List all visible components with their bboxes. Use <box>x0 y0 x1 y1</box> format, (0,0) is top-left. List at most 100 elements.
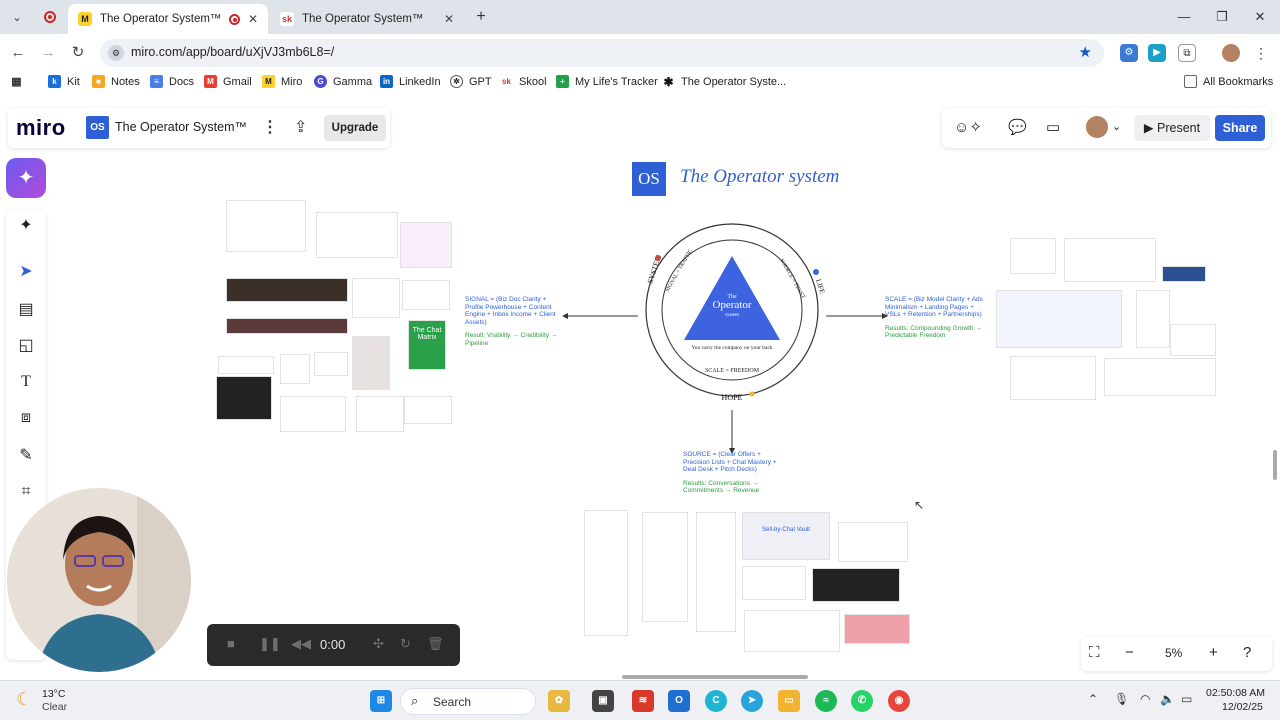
screenshot-thumbnail[interactable] <box>352 278 400 318</box>
bookmark-star-icon[interactable]: ★ <box>1079 43 1092 61</box>
bookmark-life-tracker[interactable]: + My Life's Tracker <box>556 75 658 88</box>
weather-condition[interactable]: Clear <box>42 701 67 713</box>
url-field[interactable]: ⚙ miro.com/app/board/uXjVJ3mb6L8=/ ★ <box>100 39 1104 67</box>
back-icon[interactable]: ← <box>8 43 28 63</box>
fit-to-screen-icon[interactable]: ⛶ <box>1089 644 1100 661</box>
start-windows-icon[interactable]: ⊞ <box>370 690 392 712</box>
chat-matrix-cover[interactable]: The Chat Matrix <box>408 320 446 370</box>
reload-icon[interactable]: ↻ <box>68 43 88 63</box>
pen-icon[interactable]: ✎ <box>14 444 38 468</box>
upgrade-button[interactable]: Upgrade <box>324 115 386 141</box>
select-pointer-icon[interactable]: ➤ <box>14 260 38 284</box>
widget-icon[interactable]: ✿ <box>548 690 570 712</box>
present-button[interactable]: ▶ Present <box>1134 115 1210 141</box>
telegram-icon[interactable]: ➤ <box>741 690 763 712</box>
screenshot-thumbnail[interactable] <box>280 354 310 384</box>
whatsapp-icon[interactable]: ✆ <box>851 690 873 712</box>
weather-moon-icon[interactable]: ☾ <box>16 689 32 710</box>
tab-operator-system-skool[interactable]: sk The Operator System™ ✕ <box>270 4 464 34</box>
bookmark-skool[interactable]: sk Skool <box>500 75 547 88</box>
photo-thumbnail[interactable] <box>352 336 390 390</box>
outlook-icon[interactable]: O <box>668 690 690 712</box>
screenshot-thumbnail[interactable] <box>1104 358 1216 396</box>
rewind-icon[interactable]: ◀◀ <box>291 636 311 652</box>
restart-icon[interactable]: ↻ <box>400 636 411 652</box>
templates-icon[interactable]: ▤ <box>14 298 38 322</box>
share-button[interactable]: Share <box>1215 115 1265 141</box>
reactions-icon[interactable]: ☺✧ <box>954 118 982 136</box>
screenshot-thumbnail[interactable] <box>402 280 450 310</box>
screenshot-thumbnail[interactable] <box>1064 238 1156 282</box>
clock-date[interactable]: 12/02/25 <box>1222 701 1263 713</box>
screenshot-thumbnail[interactable] <box>844 614 910 644</box>
miro-board[interactable]: The Chat Matrix Sell-by-Chat Vault OS Th… <box>0 100 1280 680</box>
scale-text-block[interactable]: SCALE = (Biz Model Clarity + Ads Minimal… <box>885 296 985 340</box>
board-icon[interactable]: OS <box>86 116 109 139</box>
screenshot-thumbnail[interactable] <box>314 352 348 376</box>
miro-logo[interactable]: miro <box>16 115 66 141</box>
video-thumbnail-strip[interactable] <box>226 278 348 302</box>
screenshot-thumbnail[interactable] <box>404 396 452 424</box>
bookmark-notes[interactable]: ■ Notes <box>92 75 140 88</box>
document-thumbnail[interactable] <box>584 510 628 636</box>
video-thumbnail-strip[interactable] <box>226 318 348 334</box>
bookmark-linkedin[interactable]: in LinkedIn <box>380 75 441 88</box>
screenshot-thumbnail[interactable] <box>1010 238 1056 274</box>
screenshot-thumbnail[interactable] <box>742 566 806 600</box>
restore-icon[interactable]: ❐ <box>1212 8 1232 26</box>
source-text-block[interactable]: SOURCE = (Clear Offers + Precision Lists… <box>683 451 783 495</box>
video-thumbnail[interactable] <box>216 376 272 420</box>
bookmark-operator-system[interactable]: ✱ The Operator Syste... <box>662 75 786 89</box>
zoom-out-icon[interactable]: − <box>1125 644 1134 661</box>
tab-search-chevron-icon[interactable]: ⌄ <box>8 8 26 26</box>
screenshot-thumbnail[interactable] <box>1136 290 1170 348</box>
create-sparkle-icon[interactable]: ✦ <box>14 214 38 238</box>
ai-sparkle-button[interactable]: ✦ <box>6 158 46 198</box>
screenshot-thumbnail[interactable] <box>356 396 404 432</box>
screenshot-thumbnail[interactable] <box>218 356 274 374</box>
apps-grid-icon[interactable]: ▦ <box>10 75 29 88</box>
clock-time[interactable]: 02:50:08 AM <box>1206 687 1265 699</box>
screenshot-thumbnail[interactable] <box>996 290 1122 348</box>
vertical-scrollbar[interactable] <box>1273 450 1277 480</box>
task-view-icon[interactable]: ▣ <box>592 690 614 712</box>
comments-icon[interactable]: 💬 <box>1008 118 1027 136</box>
video-call-icon[interactable]: ▭ <box>1046 118 1060 136</box>
bookmark-docs[interactable]: ≡ Docs <box>150 75 194 88</box>
microphone-icon[interactable]: 🎙 <box>1114 692 1129 706</box>
file-explorer-icon[interactable]: ▭ <box>778 690 800 712</box>
operator-cycle-diagram[interactable]: The Operator system You carry the compan… <box>630 218 830 408</box>
screenshot-thumbnail[interactable] <box>744 610 840 652</box>
app-stack-icon[interactable]: ≋ <box>632 690 654 712</box>
minimize-icon[interactable]: — <box>1174 8 1194 26</box>
spotify-icon[interactable]: ≈ <box>815 690 837 712</box>
browser-menu-icon[interactable]: ⋮ <box>1252 44 1270 62</box>
screenshot-thumbnail[interactable] <box>226 200 306 252</box>
document-thumbnail[interactable] <box>642 512 688 622</box>
stop-recording-icon[interactable]: ■ <box>227 636 235 651</box>
sticky-note-icon[interactable]: ◱ <box>14 334 38 358</box>
close-window-icon[interactable]: ✕ <box>1250 8 1270 26</box>
extension-recorder-icon[interactable]: ▶ <box>1148 44 1166 62</box>
new-tab-icon[interactable]: + <box>472 8 490 26</box>
profile-avatar-icon[interactable] <box>1222 44 1240 62</box>
forward-icon[interactable]: → <box>38 43 58 63</box>
wifi-icon[interactable]: ◠ <box>1140 692 1150 706</box>
video-thumbnail[interactable] <box>812 568 900 602</box>
canva-icon[interactable]: C <box>705 690 727 712</box>
close-tab-icon[interactable]: ✕ <box>444 12 454 26</box>
sell-by-chat-vault-thumbnail[interactable]: Sell-by-Chat Vault <box>742 512 830 560</box>
screenshot-thumbnail[interactable] <box>1162 266 1206 282</box>
pause-recording-icon[interactable]: ❚❚ <box>259 636 281 652</box>
weather-temp[interactable]: 13°C <box>42 688 65 700</box>
user-avatar[interactable] <box>1086 116 1108 138</box>
screenshot-thumbnail[interactable] <box>316 212 398 258</box>
screenshot-thumbnail[interactable] <box>400 222 452 268</box>
bookmark-kit[interactable]: k Kit <box>48 75 80 88</box>
tray-chevron-icon[interactable]: ⌃ <box>1088 692 1098 706</box>
bookmark-gamma[interactable]: G Gamma <box>314 75 372 88</box>
help-icon[interactable]: ? <box>1243 644 1251 661</box>
screenshot-thumbnail[interactable] <box>1010 356 1096 400</box>
screenshot-thumbnail[interactable] <box>280 396 346 432</box>
taskbar-search[interactable]: ⌕ Search <box>400 688 536 715</box>
